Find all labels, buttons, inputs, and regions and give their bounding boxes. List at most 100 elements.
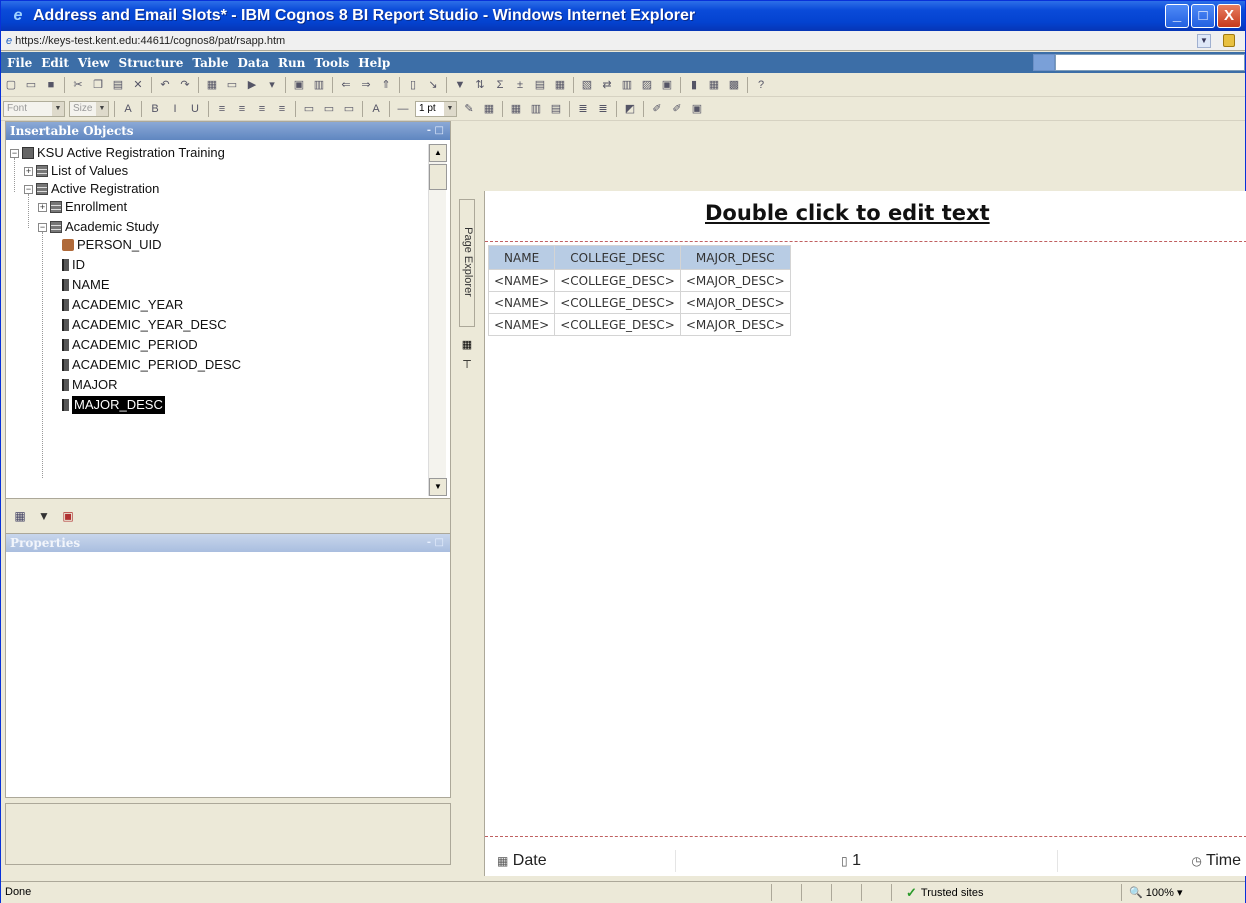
panel-controls-icon[interactable]: - □ (427, 534, 444, 552)
style-icon[interactable]: ◩ (622, 101, 638, 117)
tree-node-selected[interactable]: MAJOR_DESC (62, 396, 165, 414)
tree-node[interactable]: ACADEMIC_PERIOD (62, 336, 198, 354)
swap-icon[interactable]: ⇄ (599, 77, 615, 93)
suppress-icon[interactable]: ↘ (425, 77, 441, 93)
column-header[interactable]: NAME (487, 245, 556, 270)
merge-cells-icon[interactable]: ▥ (528, 101, 544, 117)
border-style-icon[interactable]: — (395, 101, 411, 117)
view-sql-icon[interactable]: ▭ (224, 77, 240, 93)
border-color-icon[interactable]: ✎ (461, 101, 477, 117)
table-cell[interactable]: <COLLEGE_DESC> (554, 269, 681, 292)
size-combo[interactable]: Size ▼ (69, 100, 109, 117)
menu-file[interactable]: File (7, 56, 32, 70)
list-headers-icon[interactable]: ▥ (619, 77, 635, 93)
table-cell[interactable]: <NAME> (487, 313, 556, 336)
data-items-tab-icon[interactable]: ▼ (36, 508, 52, 524)
lock-icon[interactable] (1223, 34, 1235, 47)
apply-style-icon[interactable]: ✐ (669, 101, 685, 117)
column-header[interactable]: COLLEGE_DESC (554, 245, 681, 270)
visual-aids-icon[interactable]: ▥ (311, 77, 327, 93)
collapse-icon[interactable]: − (38, 222, 47, 232)
expand-icon[interactable]: + (38, 202, 47, 212)
table-cell[interactable]: <MAJOR_DESC> (679, 291, 791, 314)
tree-node[interactable]: − Active Registration (24, 180, 159, 198)
group-icon[interactable]: ▦ (552, 77, 568, 93)
address-bar[interactable]: e https://keys-test.kent.edu:44611/cogno… (1, 31, 1245, 51)
pivot-icon[interactable]: ▧ (579, 77, 595, 93)
footer-time[interactable]: ◷ Time (1191, 852, 1241, 870)
source-tab-icon[interactable]: ▦ (12, 508, 28, 524)
justify-icon[interactable]: ≡ (274, 101, 290, 117)
footer-date[interactable]: ▦ Date (497, 852, 547, 870)
table-cell[interactable]: <NAME> (487, 269, 556, 292)
tree-node[interactable]: ACADEMIC_PERIOD_DESC (62, 356, 241, 374)
save-icon[interactable]: ■ (43, 77, 59, 93)
valign-middle-icon[interactable]: ▭ (321, 101, 337, 117)
paste-icon[interactable]: ▤ (110, 77, 126, 93)
insert-column-icon[interactable]: ≣ (595, 101, 611, 117)
column-header[interactable]: MAJOR_DESC (679, 245, 791, 270)
valign-top-icon[interactable]: ▭ (301, 101, 317, 117)
new-icon[interactable]: ▢ (3, 77, 19, 93)
bold-icon[interactable]: B (147, 101, 163, 117)
back-icon[interactable]: ⇐ (338, 77, 354, 93)
expand-icon[interactable]: + (24, 166, 33, 176)
page-explorer-tab[interactable]: Page Explorer (459, 199, 475, 327)
menu-edit[interactable]: Edit (41, 56, 69, 70)
toolbox-tab-icon[interactable]: ▣ (60, 508, 76, 524)
forward-icon[interactable]: ⇒ (358, 77, 374, 93)
tree-node[interactable]: MAJOR (62, 376, 118, 394)
split-cells-icon[interactable]: ▤ (548, 101, 564, 117)
delete-icon[interactable]: ✕ (130, 77, 146, 93)
cut-icon[interactable]: ✂ (70, 77, 86, 93)
close-button[interactable]: X (1217, 4, 1241, 28)
font-combo[interactable]: Font ▼ (3, 100, 65, 117)
help-icon[interactable]: ? (753, 77, 769, 93)
calculate-icon[interactable]: ± (512, 77, 528, 93)
background-color-icon[interactable]: A (368, 101, 384, 117)
run-options-icon[interactable]: ▾ (264, 77, 280, 93)
tree-node[interactable]: ID (62, 256, 85, 274)
italic-icon[interactable]: I (167, 101, 183, 117)
zoom-control[interactable]: 🔍 100% ▾ (1129, 886, 1183, 899)
condition-explorer-icon[interactable]: ⊤ (459, 357, 475, 373)
redo-icon[interactable]: ↷ (177, 77, 193, 93)
view-tabular-data-icon[interactable]: ▦ (204, 77, 220, 93)
chart-icon[interactable]: ▮ (686, 77, 702, 93)
filter-icon[interactable]: ▼ (452, 77, 468, 93)
aggregate-icon[interactable]: Σ (492, 77, 508, 93)
collapse-icon[interactable]: − (24, 184, 33, 194)
border-width-combo[interactable]: 1 pt ▼ (415, 100, 457, 117)
report-list[interactable]: NAME COLLEGE_DESC MAJOR_DESC <NAME> <COL… (487, 245, 791, 336)
insert-row-icon[interactable]: ≣ (575, 101, 591, 117)
menu-help[interactable]: Help (358, 56, 390, 70)
collapse-icon[interactable]: − (10, 148, 19, 158)
panel-controls-icon[interactable]: - □ (427, 122, 444, 140)
scroll-up-icon[interactable]: ▲ (429, 144, 447, 162)
address-dropdown-icon[interactable]: ▼ (1197, 34, 1211, 48)
underline-icon[interactable]: U (187, 101, 203, 117)
report-title-text[interactable]: Double click to edit text (705, 201, 990, 225)
tree-node[interactable]: ACADEMIC_YEAR_DESC (62, 316, 227, 334)
menu-tools[interactable]: Tools (314, 56, 349, 70)
unlock-icon[interactable]: ▯ (405, 77, 421, 93)
table-cell[interactable]: <MAJOR_DESC> (679, 313, 791, 336)
pick-style-icon[interactable]: ✐ (649, 101, 665, 117)
scroll-down-icon[interactable]: ▼ (429, 478, 447, 496)
tree-node[interactable]: NAME (62, 276, 110, 294)
go-up-icon[interactable]: ⇑ (378, 77, 394, 93)
minimize-button[interactable]: _ (1165, 4, 1189, 28)
maximize-button[interactable]: □ (1191, 4, 1215, 28)
menu-table[interactable]: Table (192, 56, 228, 70)
valign-bottom-icon[interactable]: ▭ (341, 101, 357, 117)
tree-node[interactable]: − KSU Active Registration Training (10, 144, 225, 162)
menu-data[interactable]: Data (237, 56, 269, 70)
align-left-icon[interactable]: ≡ (214, 101, 230, 117)
tree-node[interactable]: PERSON_UID (62, 236, 162, 254)
menu-run[interactable]: Run (278, 56, 305, 70)
build-prompt-icon[interactable]: ▦ (706, 77, 722, 93)
footer-page-number[interactable]: ▯ 1 (841, 852, 861, 870)
copy-icon[interactable]: ❐ (90, 77, 106, 93)
security-zone[interactable]: ✓ Trusted sites (906, 885, 983, 901)
table-cell[interactable]: <COLLEGE_DESC> (554, 313, 681, 336)
